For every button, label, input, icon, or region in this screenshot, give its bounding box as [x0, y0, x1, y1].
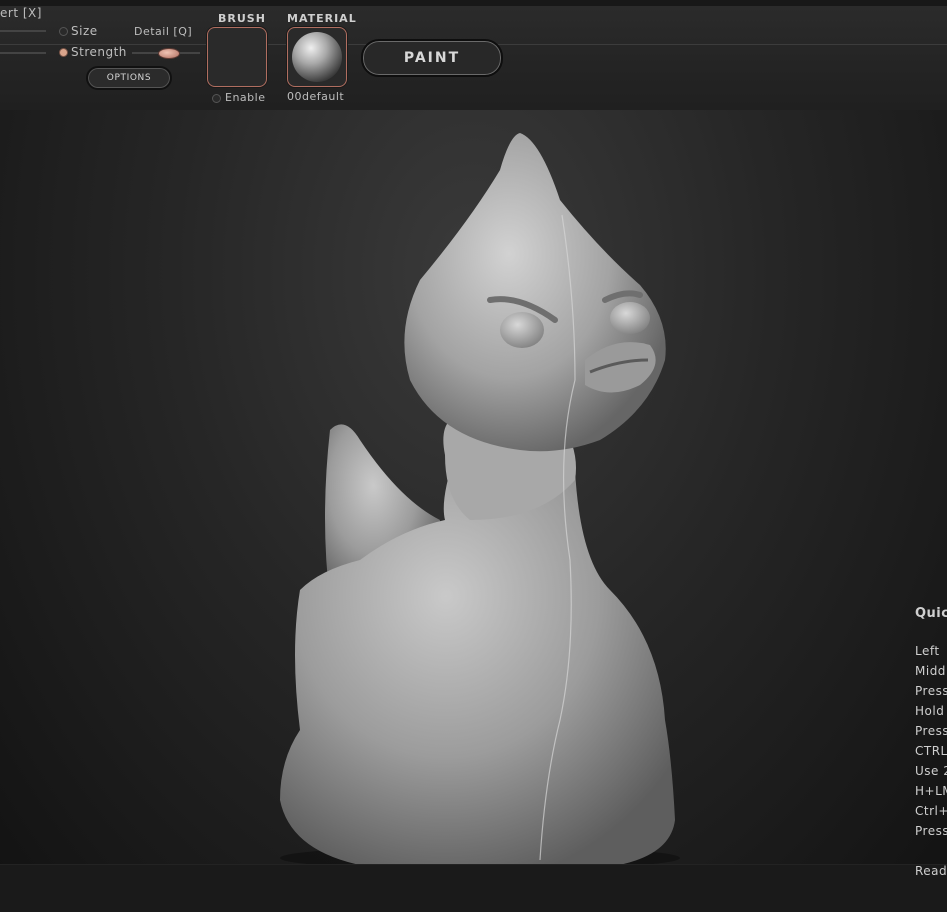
- help-line: Ctrl+: [915, 804, 947, 818]
- help-line: Press: [915, 684, 947, 698]
- material-sphere-icon: [292, 32, 342, 82]
- strength-label[interactable]: Strength: [71, 45, 127, 59]
- material-heading: MATERIAL: [287, 12, 357, 25]
- paint-button[interactable]: PAINT: [361, 39, 503, 77]
- help-line: Use 2: [915, 764, 947, 778]
- help-line: Hold: [915, 704, 945, 718]
- help-line: Press: [915, 824, 947, 838]
- material-slot[interactable]: [287, 27, 347, 87]
- detail-label[interactable]: Detail [Q]: [134, 25, 192, 38]
- bottom-status-bar: [0, 864, 947, 912]
- strength-indicator-icon[interactable]: [59, 48, 68, 57]
- enable-label[interactable]: Enable: [225, 91, 265, 104]
- strength-slider-knob[interactable]: [158, 48, 180, 59]
- help-line: Press: [915, 724, 947, 738]
- sculpt-viewport[interactable]: [0, 110, 947, 864]
- brush-heading: BRUSH: [218, 12, 266, 25]
- help-line: CTRL: [915, 744, 947, 758]
- quick-help-title: Quic: [915, 606, 947, 621]
- enable-indicator-icon[interactable]: [212, 94, 221, 103]
- top-toolbar: ert [X] Size Detail [Q] Strength OPTIONS…: [0, 0, 947, 110]
- help-line: H+LM: [915, 784, 947, 798]
- help-footer: Read: [915, 864, 947, 878]
- toolbar-top-edge: [0, 0, 947, 6]
- brush-slot[interactable]: [207, 27, 267, 87]
- size-label[interactable]: Size: [71, 24, 98, 38]
- help-line: Midd: [915, 664, 946, 678]
- sculpt-model[interactable]: [0, 110, 947, 864]
- help-line: Left: [915, 644, 940, 658]
- options-button[interactable]: OPTIONS: [86, 66, 172, 90]
- invert-label[interactable]: ert [X]: [0, 6, 42, 20]
- size-slider-track[interactable]: [0, 30, 46, 32]
- material-name: 00default: [287, 90, 345, 103]
- size-indicator-icon[interactable]: [59, 27, 68, 36]
- strength-left-track[interactable]: [0, 52, 46, 54]
